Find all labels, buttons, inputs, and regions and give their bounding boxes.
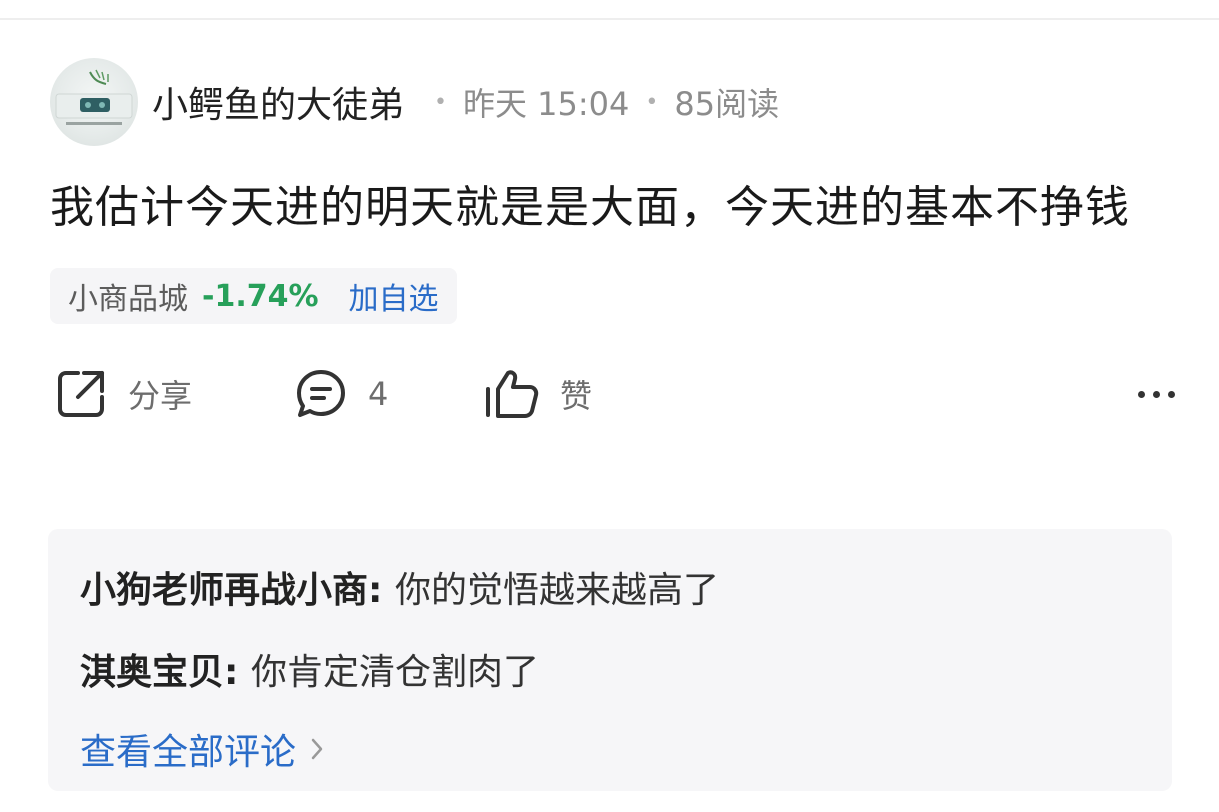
view-all-label: 查看全部评论 (80, 732, 297, 773)
stock-name: 小商品城 (68, 282, 188, 317)
author-row: 小鳄鱼的大徒弟 • 昨天 15:04 • 85阅读 (50, 56, 1175, 148)
comment-button[interactable]: 4 (294, 364, 388, 424)
share-icon (58, 371, 104, 417)
comment-text: 你的觉悟越来越高了 (394, 570, 719, 611)
more-dot (1168, 390, 1175, 398)
thumbs-up-icon (486, 370, 539, 418)
stock-chip[interactable]: 小商品城 -1.74% 加自选 (50, 268, 457, 324)
separator-dot: • (645, 89, 659, 115)
top-divider (0, 18, 1219, 20)
post-card: 小鳄鱼的大徒弟 • 昨天 15:04 • 85阅读 我估计今天进的明天就是是大面… (50, 56, 1175, 424)
more-dot (1153, 390, 1160, 398)
comment-count: 4 (368, 375, 389, 413)
comment-author[interactable]: 小狗老师再战小商 (80, 570, 368, 611)
comment-text: 你肯定清仓割肉了 (250, 652, 539, 693)
comment-item[interactable]: 淇奥宝贝: 你肯定清仓割肉了 (80, 643, 539, 695)
comment-author[interactable]: 淇奥宝贝 (80, 652, 224, 693)
like-button[interactable]: 赞 (484, 364, 592, 424)
author-name[interactable]: 小鳄鱼的大徒弟 (152, 76, 404, 128)
comment-icon (297, 370, 345, 417)
comment-colon: : (368, 570, 395, 611)
post-meta: • 昨天 15:04 • 85阅读 (418, 79, 779, 125)
view-all-comments-link[interactable]: 查看全部评论 (80, 723, 324, 775)
chevron-right-icon (311, 738, 323, 760)
more-options-button[interactable] (1130, 364, 1175, 424)
action-bar: 分享 4 赞 (50, 364, 1175, 424)
comment-colon: : (224, 652, 251, 693)
stock-change: -1.74% (202, 278, 319, 314)
comment-item[interactable]: 小狗老师再战小商: 你的觉悟越来越高了 (80, 561, 719, 613)
avatar[interactable] (50, 58, 138, 146)
separator-dot: • (434, 89, 447, 115)
comment-preview: 小狗老师再战小商: 你的觉悟越来越高了 淇奥宝贝: 你肯定清仓割肉了 查看全部评… (48, 529, 1172, 791)
post-content[interactable]: 我估计今天进的明天就是是大面，今天进的基本不挣钱 (50, 176, 1175, 240)
share-button[interactable]: 分享 (54, 364, 192, 424)
post-time: 昨天 15:04 (463, 85, 630, 123)
add-watchlist-button[interactable]: 加自选 (349, 274, 439, 318)
like-label: 赞 (560, 377, 593, 415)
read-count: 85阅读 (674, 85, 780, 123)
more-dot (1138, 390, 1145, 398)
share-label: 分享 (128, 377, 193, 415)
